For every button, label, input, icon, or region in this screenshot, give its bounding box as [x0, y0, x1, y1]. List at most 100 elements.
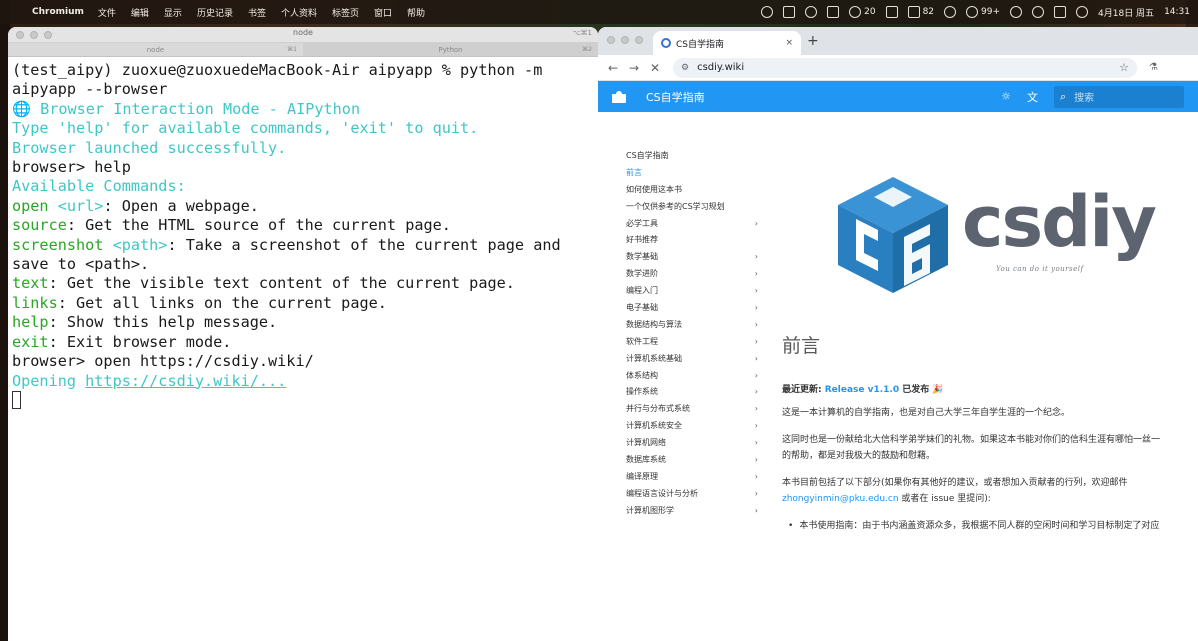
control-center-icon[interactable]: [1054, 6, 1067, 18]
terminal-output[interactable]: (test_aipy) zuoxue@zuoxuedeMacBook-Air a…: [8, 57, 598, 410]
site-info-icon[interactable]: ⚙: [681, 63, 689, 73]
menu-app-name[interactable]: Chromium: [32, 7, 84, 17]
chevron-right-icon[interactable]: ›: [755, 219, 758, 228]
close-tab-icon[interactable]: ×: [785, 38, 793, 48]
menu-file[interactable]: 文件: [98, 6, 116, 19]
nav-item[interactable]: 编程语言设计与分析 ›: [626, 485, 758, 502]
browser-window[interactable]: CS自学指南 × + ← → ✕ ⚙ csdiy.wiki ☆ ⚗ CS自学指南…: [598, 27, 1198, 641]
nav-item[interactable]: 好书推荐: [626, 231, 758, 248]
chevron-right-icon[interactable]: ›: [755, 489, 758, 498]
chevron-right-icon[interactable]: ›: [755, 354, 758, 363]
terminal-line-source: source: Get the HTML source of the curre…: [12, 216, 594, 235]
stop-loading-icon[interactable]: ✕: [646, 61, 664, 75]
chevron-right-icon[interactable]: ›: [755, 438, 758, 447]
chevron-right-icon[interactable]: ›: [755, 371, 758, 380]
menu-history[interactable]: 历史记录: [197, 6, 233, 19]
site-nav: CS自学指南 前言 如何使用这本书 一个仅供参考的CS学习规划 必学工具 › 好书推荐 数学基…: [626, 147, 758, 519]
cast-icon[interactable]: [783, 6, 796, 18]
status-item-99[interactable]: 99+: [966, 6, 1000, 18]
menubar-date[interactable]: 4月18日 周五: [1098, 6, 1154, 19]
nav-item-label: 数据库系统: [626, 454, 666, 464]
nav-item-label: 并行与分布式系统: [626, 404, 690, 414]
email-link[interactable]: zhongyinmin@pku.edu.cn: [782, 494, 899, 504]
terminal-titlebar[interactable]: node ⌥⌘1: [8, 27, 598, 43]
nav-item[interactable]: 前言: [626, 164, 758, 181]
book-logo-icon[interactable]: [612, 90, 626, 103]
nav-item-label: 操作系统: [626, 387, 658, 397]
nav-item[interactable]: 体系结构 ›: [626, 367, 758, 384]
language-icon[interactable]: 文: [1027, 89, 1038, 105]
menu-tabs[interactable]: 标签页: [332, 6, 359, 19]
contents-suffix: 或者在 issue 里提问):: [898, 494, 991, 504]
menu-edit[interactable]: 编辑: [131, 6, 149, 19]
nav-item[interactable]: 编译原理 ›: [626, 468, 758, 485]
bell-icon[interactable]: [944, 6, 957, 18]
terminal-window[interactable]: node ⌥⌘1 node ⌘1 Python ⌘2 (test_aipy) z…: [8, 27, 598, 641]
bookmark-star-icon[interactable]: ☆: [1119, 61, 1129, 74]
wifi-icon[interactable]: [1032, 6, 1045, 18]
nav-item[interactable]: 如何使用这本书: [626, 181, 758, 198]
nav-item[interactable]: 电子基础 ›: [626, 299, 758, 316]
chevron-right-icon[interactable]: ›: [755, 269, 758, 278]
menubar-time[interactable]: 14:31: [1164, 7, 1190, 17]
menu-bookmarks[interactable]: 书签: [248, 6, 266, 19]
theme-toggle-icon[interactable]: ☼: [1001, 90, 1011, 103]
nav-item[interactable]: 计算机图形学 ›: [626, 502, 758, 519]
menu-profiles[interactable]: 个人资料: [281, 6, 317, 19]
nav-item[interactable]: 必学工具 ›: [626, 215, 758, 232]
nav-item[interactable]: 计算机系统安全 ›: [626, 417, 758, 434]
status-item-20[interactable]: 20: [849, 6, 876, 18]
nav-item[interactable]: 操作系统 ›: [626, 383, 758, 400]
zoom-window-button[interactable]: [635, 36, 643, 44]
minimize-window-button[interactable]: [621, 36, 629, 44]
wechat-icon[interactable]: [805, 6, 818, 18]
nav-item[interactable]: CS自学指南: [626, 147, 758, 164]
nav-item[interactable]: 数学进阶 ›: [626, 265, 758, 282]
site-search-input[interactable]: ⌕ 搜索: [1054, 85, 1184, 108]
nav-item[interactable]: 并行与分布式系统 ›: [626, 400, 758, 417]
status-item-82[interactable]: 82: [907, 6, 934, 18]
terminal-tab-python[interactable]: Python ⌘2: [303, 43, 598, 56]
chevron-right-icon[interactable]: ›: [755, 506, 758, 515]
back-arrow-icon[interactable]: ←: [604, 61, 622, 75]
chevron-right-icon[interactable]: ›: [755, 286, 758, 295]
nav-item[interactable]: 一个仅供参考的CS学习规划: [626, 198, 758, 215]
chevron-right-icon[interactable]: ›: [755, 387, 758, 396]
new-tab-button[interactable]: +: [807, 33, 819, 49]
spotlight-icon[interactable]: [1076, 6, 1089, 18]
browser-tab-csdiy[interactable]: CS自学指南 ×: [653, 31, 801, 55]
menu-help[interactable]: 帮助: [407, 6, 425, 19]
nav-item[interactable]: 计算机网络 ›: [626, 434, 758, 451]
cmd-text: text: [12, 274, 49, 293]
release-link[interactable]: Release v1.1.0: [825, 385, 899, 395]
chevron-right-icon[interactable]: ›: [755, 252, 758, 261]
chevron-right-icon[interactable]: ›: [755, 404, 758, 413]
chevron-right-icon[interactable]: ›: [755, 455, 758, 464]
chevron-right-icon[interactable]: ›: [755, 303, 758, 312]
chevron-right-icon[interactable]: ›: [755, 472, 758, 481]
nav-item[interactable]: 软件工程 ›: [626, 333, 758, 350]
menu-window[interactable]: 窗口: [374, 6, 392, 19]
terminal-input-line[interactable]: [12, 390, 594, 410]
close-window-button[interactable]: [607, 36, 615, 44]
site-title[interactable]: CS自学指南: [646, 89, 705, 105]
monitor-icon[interactable]: [827, 6, 840, 18]
nav-item[interactable]: 数据结构与算法 ›: [626, 316, 758, 333]
forward-arrow-icon[interactable]: →: [625, 61, 643, 75]
menu-view[interactable]: 显示: [164, 6, 182, 19]
nav-item[interactable]: 编程入门 ›: [626, 282, 758, 299]
nav-item[interactable]: 计算机系统基础 ›: [626, 350, 758, 367]
w-app-icon[interactable]: [885, 6, 898, 18]
refresh-status-icon[interactable]: [1010, 6, 1023, 18]
address-bar[interactable]: ⚙ csdiy.wiki ☆: [673, 57, 1137, 78]
opening-url-link[interactable]: https://csdiy.wiki/...: [85, 372, 286, 390]
nav-item[interactable]: 数学基础 ›: [626, 248, 758, 265]
labs-flask-icon[interactable]: ⚗: [1149, 62, 1158, 73]
chevron-right-icon[interactable]: ›: [755, 320, 758, 329]
nav-item[interactable]: 数据库系统 ›: [626, 451, 758, 468]
chevron-right-icon[interactable]: ›: [755, 421, 758, 430]
address-bar-url[interactable]: csdiy.wiki: [697, 62, 744, 73]
terminal-tab-node[interactable]: node ⌘1: [8, 43, 303, 56]
record-icon[interactable]: [761, 6, 774, 18]
chevron-right-icon[interactable]: ›: [755, 337, 758, 346]
